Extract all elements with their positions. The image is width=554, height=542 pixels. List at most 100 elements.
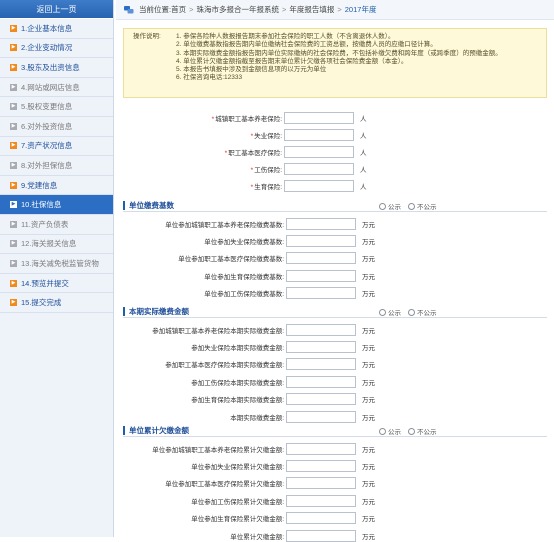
number-input[interactable] [286,375,356,388]
field-label-text: 职工基本医疗保险: [228,149,282,157]
field-label-text: 工伤保险: [254,166,282,174]
form-row: 参加城镇职工基本养老保险本期实际缴费金额: 万元 [0,323,375,336]
number-input[interactable] [286,252,356,265]
radio-private-label: 不公示 [417,204,437,211]
number-input[interactable] [286,529,356,542]
breadcrumb-separator: > [281,5,287,14]
number-input[interactable] [286,494,356,507]
breadcrumb-link-system[interactable]: 珠海市多报合一年报系统 [196,4,279,15]
form-row: 单位累计欠缴金额: 万元 [0,529,375,542]
field-label-text: 单位参加职工基本医疗保险累计欠缴金额: [165,481,284,489]
unit-label: 万元 [362,446,375,454]
section-divider [123,211,547,212]
sidebar-item[interactable]: ▶ 3.股东及出资信息 [0,58,113,78]
form-row: 单位参加工伤保险累计欠缴金额: 万元 [0,494,375,507]
number-input[interactable] [286,323,356,336]
field-label: *职工基本医疗保险: [0,147,282,157]
radio-private[interactable] [408,427,415,435]
number-input[interactable] [286,217,356,230]
form-row: 单位参加职工基本医疗保险缴费基数: 万元 [0,252,375,265]
unit-label: 人 [360,149,367,157]
instruction-line: 2. 单位缴费基数指报告期内单位缴纳社会保险费的工资总额，按缴费人员的应缴口径计… [176,41,437,49]
radio-private[interactable] [408,202,415,210]
form-row: 单位参加失业保险缴费基数: 万元 [0,234,375,247]
breadcrumb-prefix: 当前位置: [139,5,172,14]
form-row: 本期实际缴费金额: 万元 [0,410,375,423]
instructions-list: 1. 参保各险种人数报报告期末参加社会保险的职工人数（不含离退休人数）。 2. … [176,33,502,83]
number-input[interactable] [284,179,354,192]
number-input[interactable] [286,477,356,490]
field-label: *工伤保险: [0,164,282,174]
sidebar-item[interactable]: ▶ 2.企业变动情况 [0,39,113,59]
number-input[interactable] [286,410,356,423]
number-input[interactable] [284,145,354,158]
unit-label: 万元 [362,498,375,506]
field-label-text: 单位参加城镇职工基本养老保险累计欠缴金额: [152,446,284,454]
unit-label: 万元 [362,344,375,352]
number-input[interactable] [284,111,354,124]
section-title-text: 单位缴费基数 [129,201,174,210]
field-label-text: 参加工伤保险本期实际缴费金额: [191,379,284,387]
radio-private[interactable] [408,308,415,316]
field-label: 单位参加职工基本医疗保险累计欠缴金额: [0,478,284,488]
section-marker [123,307,125,316]
back-button[interactable]: 返回上一页 [0,0,113,19]
field-label-text: 单位参加工伤保险累计欠缴金额: [191,498,284,506]
field-label: 参加城镇职工基本养老保险本期实际缴费金额: [0,325,284,335]
number-input[interactable] [286,287,356,300]
breadcrumb-link-report[interactable]: 年度报告填报 [289,4,334,15]
field-label: 单位参加生育保险累计欠缴金额: [0,513,284,523]
radio-public-label: 公示 [388,429,401,436]
unit-label: 万元 [362,238,375,246]
sidebar-item[interactable]: ▶ 1.企业基本信息 [0,19,113,39]
unit-label: 万元 [362,481,375,489]
section-divider [123,317,547,318]
radio-public[interactable] [379,427,386,435]
number-input[interactable] [286,442,356,455]
section-title: 本期实际缴费金额 [123,306,189,317]
sidebar-item[interactable]: ▶ 10.社保信息 [0,195,113,215]
radio-public[interactable] [379,308,386,316]
breadcrumb-separator: > [337,5,342,14]
field-label: *失业保险: [0,130,282,140]
unit-label: 万元 [362,379,375,387]
unit-label: 人 [360,166,367,174]
field-label-text: 单位参加失业保险缴费基数: [204,238,284,246]
field-label: 单位累计欠缴金额: [0,531,284,541]
form-row: *生育保险: 人 [0,179,367,192]
unit-label: 万元 [362,463,375,471]
arrow-right-icon: ▶ [10,83,17,91]
number-input[interactable] [284,162,354,175]
form-row: 单位参加工伤保险缴费基数: 万元 [0,287,375,300]
form-row: *职工基本医疗保险: 人 [0,145,367,158]
number-input[interactable] [286,358,356,371]
field-label-text: 失业保险: [254,132,282,140]
unit-label: 万元 [362,327,375,335]
number-input[interactable] [286,234,356,247]
arrow-right-icon: ▶ [10,201,17,209]
number-input[interactable] [286,340,356,353]
sidebar-item[interactable]: ▶ 4.网站或网店信息 [0,78,113,98]
unit-label: 万元 [362,397,375,405]
field-label: 单位参加城镇职工基本养老保险累计欠缴金额: [0,444,284,454]
breadcrumb-separator: > [189,5,194,14]
sidebar-item-label: 2.企业变动情况 [21,43,73,53]
form-row: *失业保险: 人 [0,128,367,141]
visibility-radio-group: 公示 不公示 [379,307,437,317]
breadcrumb-link-home[interactable]: 首页 [171,4,186,15]
field-label-text: 单位参加生育保险缴费基数: [204,273,284,281]
visibility-radio-group: 公示 不公示 [379,201,437,211]
number-input[interactable] [286,512,356,525]
field-label: *城镇职工基本养老保险: [0,113,282,123]
field-label-text: 单位累计欠缴金额: [230,533,284,541]
form-row: 参加职工基本医疗保险本期实际缴费金额: 万元 [0,358,375,371]
required-marker: * [250,183,254,191]
form-row: 参加失业保险本期实际缴费金额: 万元 [0,340,375,353]
number-input[interactable] [284,128,354,141]
number-input[interactable] [286,393,356,406]
number-input[interactable] [286,459,356,472]
unit-label: 万元 [362,291,375,299]
radio-public[interactable] [379,202,386,210]
number-input[interactable] [286,269,356,282]
section-title-text: 单位累计欠缴金额 [129,426,189,435]
